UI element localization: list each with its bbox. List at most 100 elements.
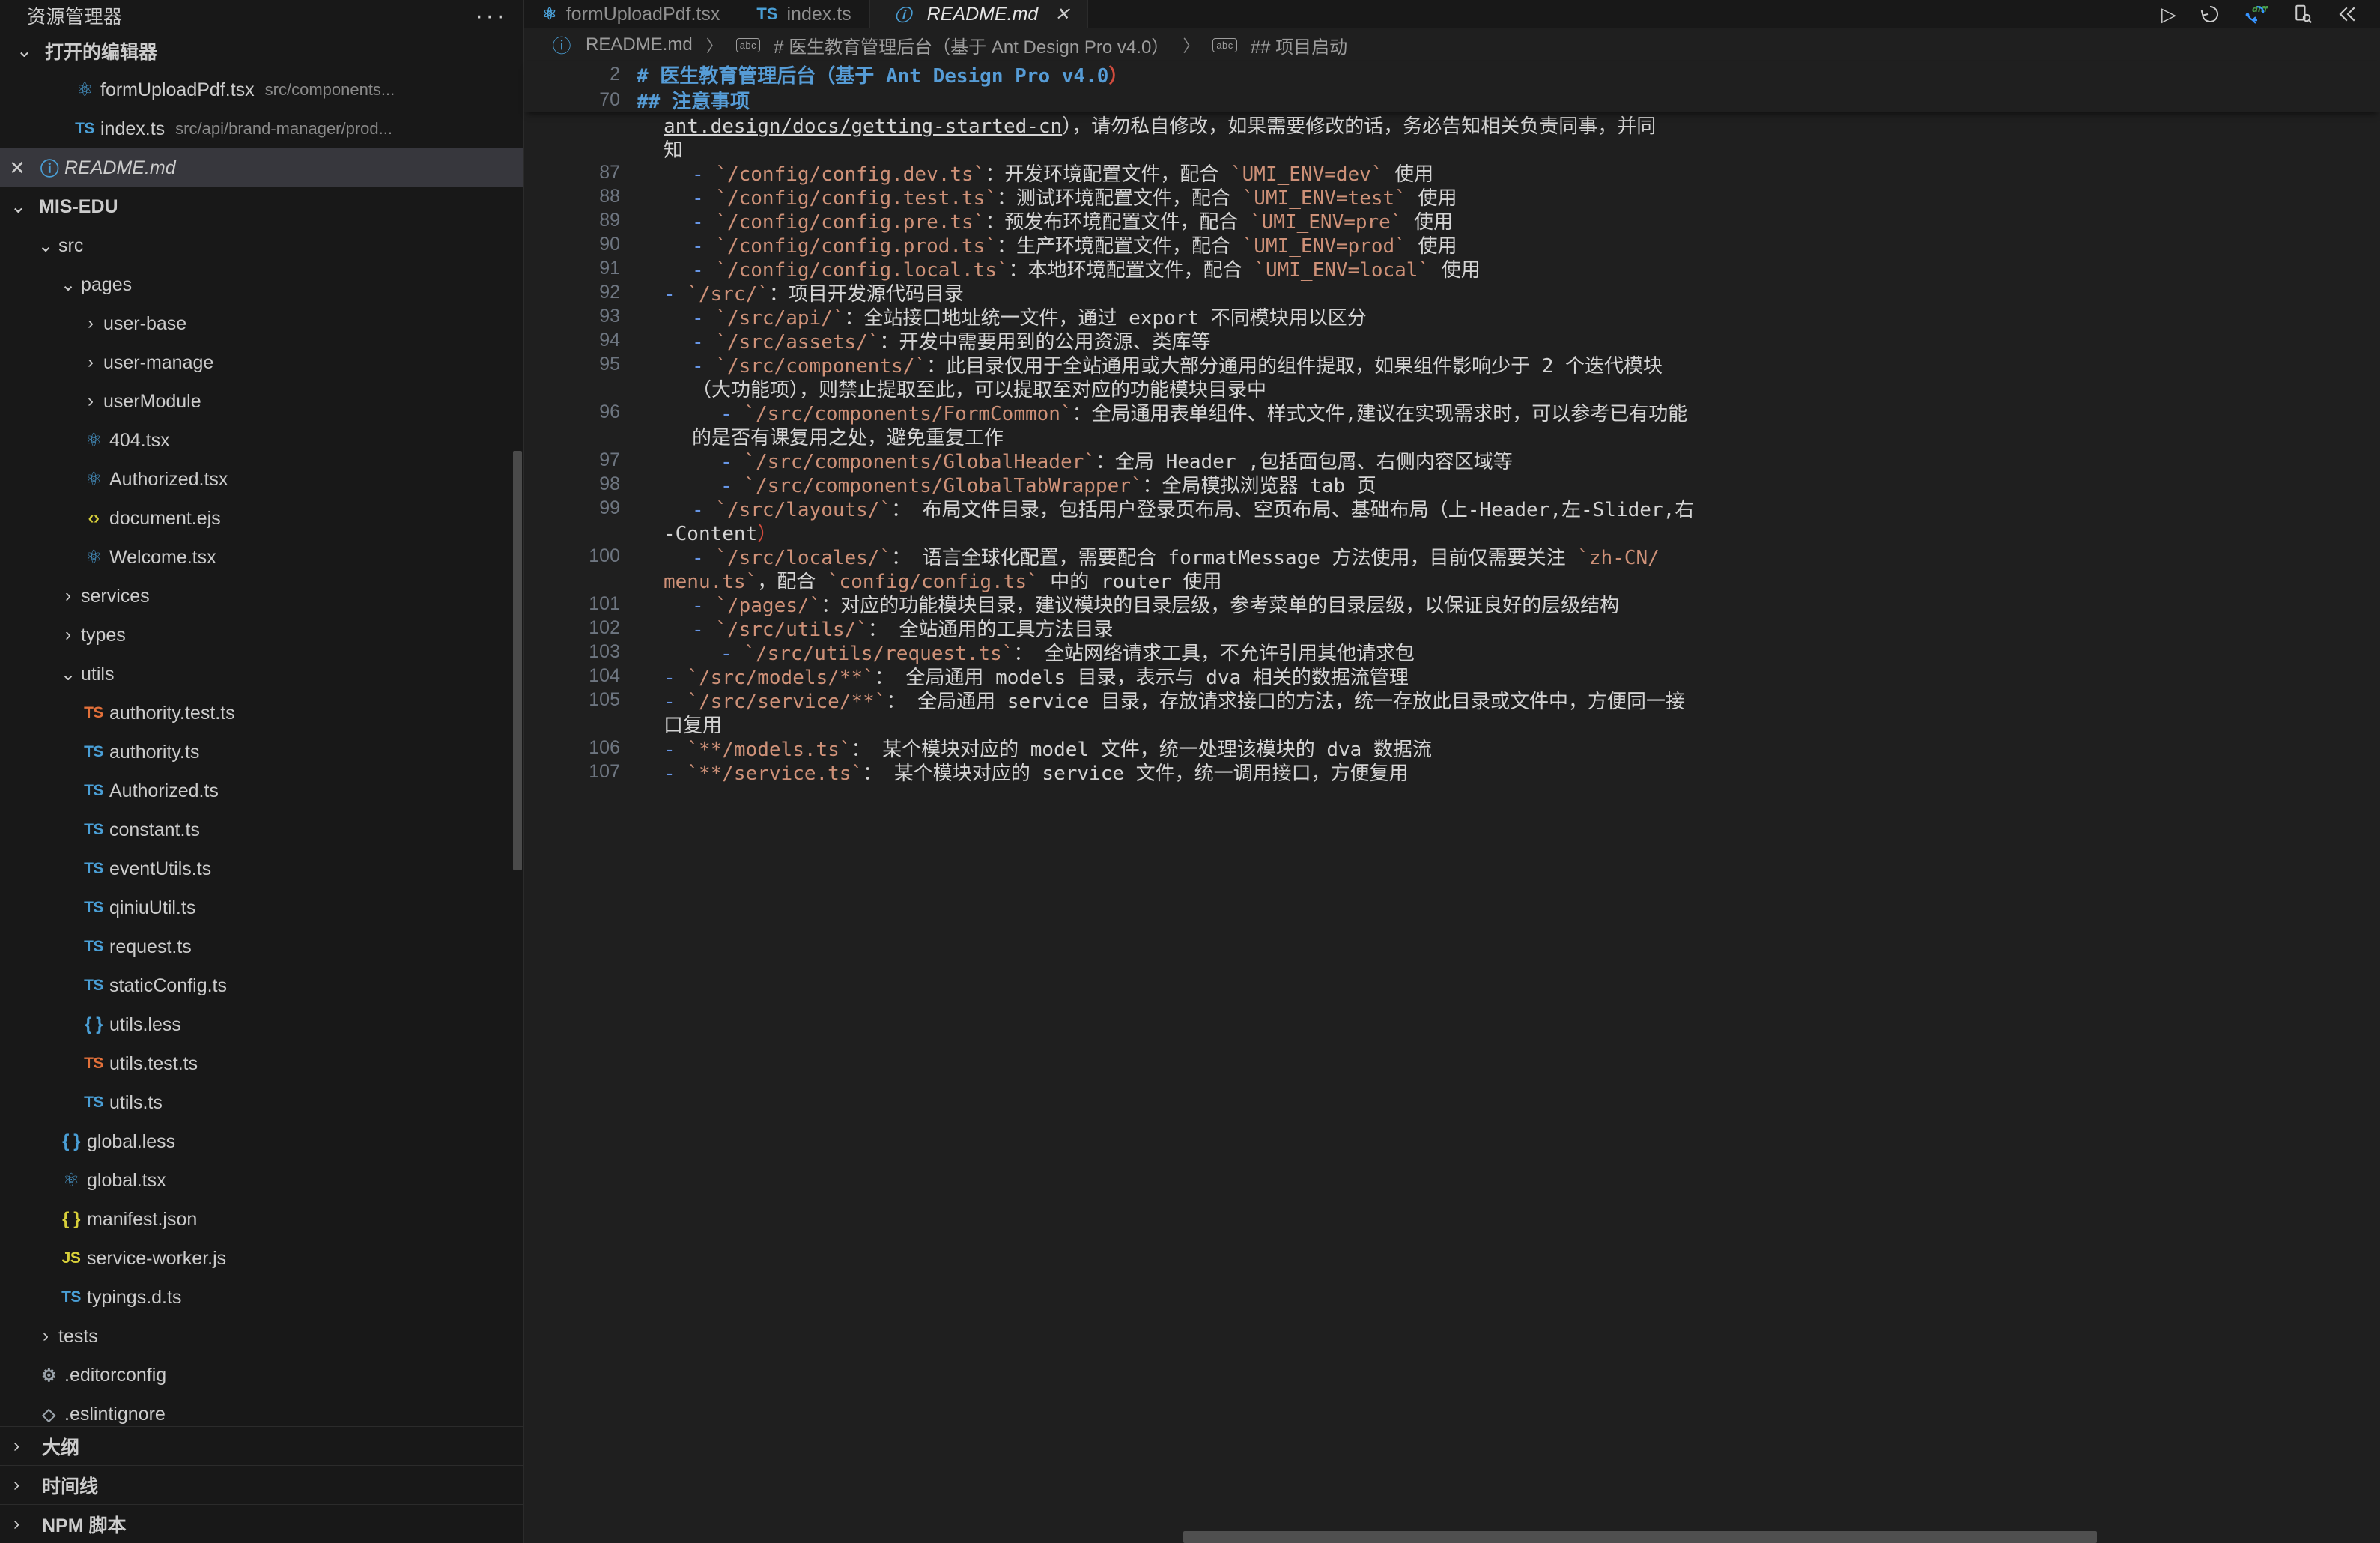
code-line[interactable]: 89- `/config/config.pre.ts`：预发布环境配置文件，配合… — [524, 208, 2380, 234]
tree-file-.editorconfig[interactable]: ⚙ .editorconfig — [0, 1356, 523, 1395]
explorer-title: 资源管理器 — [27, 7, 123, 28]
code-line[interactable]: 88- `/config/config.test.ts`：测试环境配置文件，配合… — [524, 184, 2380, 210]
open-editors-list: ⚛ formUploadPdf.tsx src/components... TS ind… — [0, 70, 523, 187]
tree-folder-user-base[interactable]: › user-base — [0, 304, 523, 343]
tree-file-utils.test.ts[interactable]: TS utils.test.ts — [0, 1044, 523, 1083]
editor-tab-index.ts[interactable]: TS index.ts — [738, 0, 870, 28]
sticky-scroll: 2 # 医生教育管理后台（基于 Ant Design Pro v4.0） 70 ## … — [524, 61, 2380, 113]
tree-file-Authorized.tsx[interactable]: ⚛ Authorized.tsx — [0, 460, 523, 499]
breadcrumb-symbol-1[interactable]: # 医生教育管理后台（基于 Ant Design Pro v4.0） — [774, 32, 1169, 58]
tree-file-Authorized.ts[interactable]: TS Authorized.ts — [0, 772, 523, 810]
project-root-label: MIS-EDU — [39, 195, 118, 217]
sidebar-scrollbar[interactable] — [513, 451, 522, 870]
open-editor-item[interactable]: ✕ ⓘ README.md — [0, 148, 523, 187]
code-line[interactable]: 87- `/config/config.dev.ts`：开发环境配置文件，配合 … — [524, 160, 2380, 186]
code-line[interactable]: 105- `/src/service/**`： 全局通用 service 目录，… — [524, 688, 2380, 713]
editor-tab-formUploadPdf.tsx[interactable]: ⚛ formUploadPdf.tsx — [524, 0, 739, 28]
code-line-wrapped[interactable]: （大功能项），则禁止提取至此，可以提取至对应的功能模块目录中 — [524, 376, 2380, 401]
tree-folder-types[interactable]: › types — [0, 616, 523, 655]
svg-text:diff: diff — [2252, 4, 2269, 14]
tab-file-icon: ⓘ — [894, 6, 911, 25]
breadcrumb-file[interactable]: README.md — [586, 34, 693, 55]
vscode-window: 资源管理器 ··· ⌄ 打开的编辑器 ⚛ formUploadPdf.tsx src… — [0, 0, 2380, 1543]
tree-file-utils.less[interactable]: { } utils.less — [0, 1005, 523, 1044]
code-line[interactable]: 93- `/src/api/`：全站接口地址统一文件，通过 export 不同模… — [524, 304, 2380, 330]
markdown-info-icon: ⓘ — [552, 36, 571, 57]
code-line[interactable]: 103- `/src/utils/request.ts`： 全站网络请求工具，不… — [524, 640, 2380, 665]
split-editor-icon[interactable] — [2337, 3, 2359, 25]
close-icon[interactable]: ✕ — [0, 157, 34, 180]
code-line[interactable]: 96- `/src/components/FormCommon`：全局通用表单组… — [524, 400, 2380, 425]
less-file-icon: { } — [85, 1014, 103, 1034]
tree-folder-src[interactable]: ⌄ src — [0, 226, 523, 265]
chevron-right-icon: › — [88, 352, 94, 372]
code-line-wrapped[interactable]: 的是否有课复用之处，避免重复工作 — [524, 424, 2380, 449]
panel-timeline[interactable]: › 时间线 — [0, 1465, 523, 1504]
code-line[interactable]: 94- `/src/assets/`：开发中需要用到的公用资源、类库等 — [524, 328, 2380, 354]
tree-file-utils.ts[interactable]: TS utils.ts — [0, 1083, 523, 1122]
code-line[interactable]: 104- `/src/models/**`： 全局通用 models 目录，表示… — [524, 664, 2380, 689]
tree-folder-user-manage[interactable]: › user-manage — [0, 343, 523, 382]
tree-file-manifest.json[interactable]: { } manifest.json — [0, 1200, 523, 1239]
code-line[interactable]: 101- `/pages/`：对应的功能模块目录，建议模块的目录层级，参考菜单的… — [524, 592, 2380, 617]
run-icon[interactable]: ▷ — [2161, 4, 2176, 24]
code-content[interactable]: ant.design/docs/getting-started-cn），请勿私自… — [524, 112, 2380, 1543]
code-line[interactable]: 99- `/src/layouts/`： 布局文件目录，包括用户登录页布局、空页… — [524, 496, 2380, 521]
panel-npm-scripts[interactable]: › NPM 脚本 — [0, 1504, 523, 1543]
tree-file-global.less[interactable]: { } global.less — [0, 1122, 523, 1161]
open-editor-item[interactable]: TS index.ts src/api/brand-manager/prod... — [0, 109, 523, 148]
open-editor-name: README.md — [64, 157, 176, 178]
tree-file-qiniuUtil.ts[interactable]: TS qiniuUtil.ts — [0, 888, 523, 927]
tree-file-request.ts[interactable]: TS request.ts — [0, 927, 523, 966]
tree-file-staticConfig.ts[interactable]: TS staticConfig.ts — [0, 966, 523, 1005]
code-line[interactable]: 92- `/src/`：项目开发源代码目录 — [524, 280, 2380, 306]
tree-item-label: 404.tsx — [109, 429, 170, 451]
panel-outline[interactable]: › 大纲 — [0, 1426, 523, 1465]
open-editors-section-header[interactable]: ⌄ 打开的编辑器 — [0, 31, 523, 70]
code-line[interactable]: 91- `/config/config.local.ts`：本地环境配置文件，配… — [524, 256, 2380, 282]
tree-file-authority.test.ts[interactable]: TS authority.test.ts — [0, 694, 523, 733]
code-line[interactable]: 106- `**/models.ts`： 某个模块对应的 model 文件，统一… — [524, 736, 2380, 761]
line-number: 89 — [599, 209, 620, 231]
tree-folder-userModule[interactable]: › userModule — [0, 382, 523, 421]
more-actions-icon[interactable]: ··· — [475, 3, 507, 28]
tree-folder-utils[interactable]: ⌄ utils — [0, 655, 523, 694]
tree-file-service-worker.js[interactable]: JS service-worker.js — [0, 1239, 523, 1278]
code-line[interactable]: 100- `/src/locales/`： 语言全球化配置，需要配合 forma… — [524, 544, 2380, 569]
horizontal-scrollbar[interactable] — [1183, 1531, 2097, 1543]
sticky-line-text: # 医生教育管理后台（基于 Ant Design Pro v4.0） — [637, 64, 1129, 88]
open-editor-item[interactable]: ⚛ formUploadPdf.tsx src/components... — [0, 70, 523, 109]
editor-area: ⚛ formUploadPdf.tsx TS index.ts ⓘ README.md ✕ … — [524, 0, 2380, 1543]
history-icon[interactable] — [2199, 3, 2221, 25]
code-line-wrapped[interactable]: -Content） — [524, 520, 2380, 545]
code-line[interactable]: 107 - `**/service.ts`： 某个模块对应的 service 文件… — [524, 760, 2380, 785]
breadcrumb-symbol-2[interactable]: ## 项目启动 — [1251, 32, 1347, 58]
diff-icon[interactable]: diff — [2244, 3, 2269, 25]
tree-file-404.tsx[interactable]: ⚛ 404.tsx — [0, 421, 523, 460]
editor-tab-README.md[interactable]: ⓘ README.md ✕ — [869, 0, 1089, 28]
tree-file-typings.d.ts[interactable]: TS typings.d.ts — [0, 1278, 523, 1317]
tree-file-authority.ts[interactable]: TS authority.ts — [0, 733, 523, 772]
tree-file-document.ejs[interactable]: ‹› document.ejs — [0, 499, 523, 538]
code-line[interactable]: 97- `/src/components/GlobalHeader`：全局 He… — [524, 448, 2380, 473]
code-line[interactable]: ant.design/docs/getting-started-cn），请勿私自… — [524, 112, 2380, 138]
code-line-wrapped[interactable]: 口复用 — [524, 712, 2380, 737]
code-line[interactable]: 102- `/src/utils/`： 全站通用的工具方法目录 — [524, 616, 2380, 641]
tree-folder-services[interactable]: › services — [0, 577, 523, 616]
code-line-wrapped[interactable]: menu.ts`，配合 `config/config.ts` 中的 router… — [524, 568, 2380, 593]
tree-file-.eslintignore[interactable]: ◇ .eslintignore — [0, 1395, 523, 1426]
code-line[interactable]: 知 — [524, 136, 2380, 162]
tree-file-eventUtils.ts[interactable]: TS eventUtils.ts — [0, 849, 523, 888]
tree-file-constant.ts[interactable]: TS constant.ts — [0, 810, 523, 849]
tree-folder-pages[interactable]: ⌄ pages — [0, 265, 523, 304]
project-root-header[interactable]: ⌄ MIS-EDU — [0, 187, 523, 226]
code-line[interactable]: 95- `/src/components/`：此目录仅用于全站通用或大部分通用的… — [524, 352, 2380, 378]
close-icon[interactable]: ✕ — [1054, 4, 1069, 25]
tree-file-global.tsx[interactable]: ⚛ global.tsx — [0, 1161, 523, 1200]
tree-file-Welcome.tsx[interactable]: ⚛ Welcome.tsx — [0, 538, 523, 577]
preview-icon[interactable] — [2292, 3, 2314, 25]
file-tree[interactable]: ⌄ src ⌄ pages › user-base › user-manage › userMod… — [0, 226, 523, 1426]
tree-folder-tests[interactable]: › tests — [0, 1317, 523, 1356]
code-line[interactable]: 98- `/src/components/GlobalTabWrapper`：全… — [524, 472, 2380, 497]
code-line[interactable]: 90- `/config/config.prod.ts`：生产环境配置文件，配合… — [524, 232, 2380, 258]
